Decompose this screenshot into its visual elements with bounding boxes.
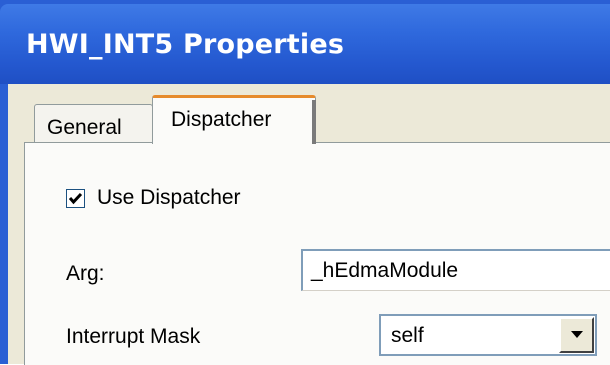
window-title: HWI_INT5 Properties xyxy=(26,29,345,60)
tab-general-label: General xyxy=(47,116,122,139)
title-bar[interactable]: HWI_INT5 Properties xyxy=(0,4,610,84)
interrupt-mask-label: Interrupt Mask xyxy=(66,325,201,348)
interrupt-mask-value: self xyxy=(391,324,424,347)
properties-dialog: HWI_INT5 Properties General Dispatcher U… xyxy=(0,0,610,365)
interrupt-mask-select[interactable]: self xyxy=(379,314,597,356)
arg-input[interactable]: _hEdmaModule xyxy=(301,249,610,291)
dropdown-button[interactable] xyxy=(559,317,594,353)
check-icon xyxy=(68,192,83,205)
arg-label: Arg: xyxy=(66,262,105,285)
tab-dispatcher-edge xyxy=(312,100,316,144)
chevron-down-icon xyxy=(571,331,583,338)
tab-general[interactable]: General xyxy=(34,104,153,142)
tab-dispatcher-label: Dispatcher xyxy=(171,108,272,131)
use-dispatcher-checkbox[interactable] xyxy=(66,189,85,208)
tab-dispatcher[interactable]: Dispatcher xyxy=(152,95,316,144)
use-dispatcher-label[interactable]: Use Dispatcher xyxy=(97,186,241,210)
